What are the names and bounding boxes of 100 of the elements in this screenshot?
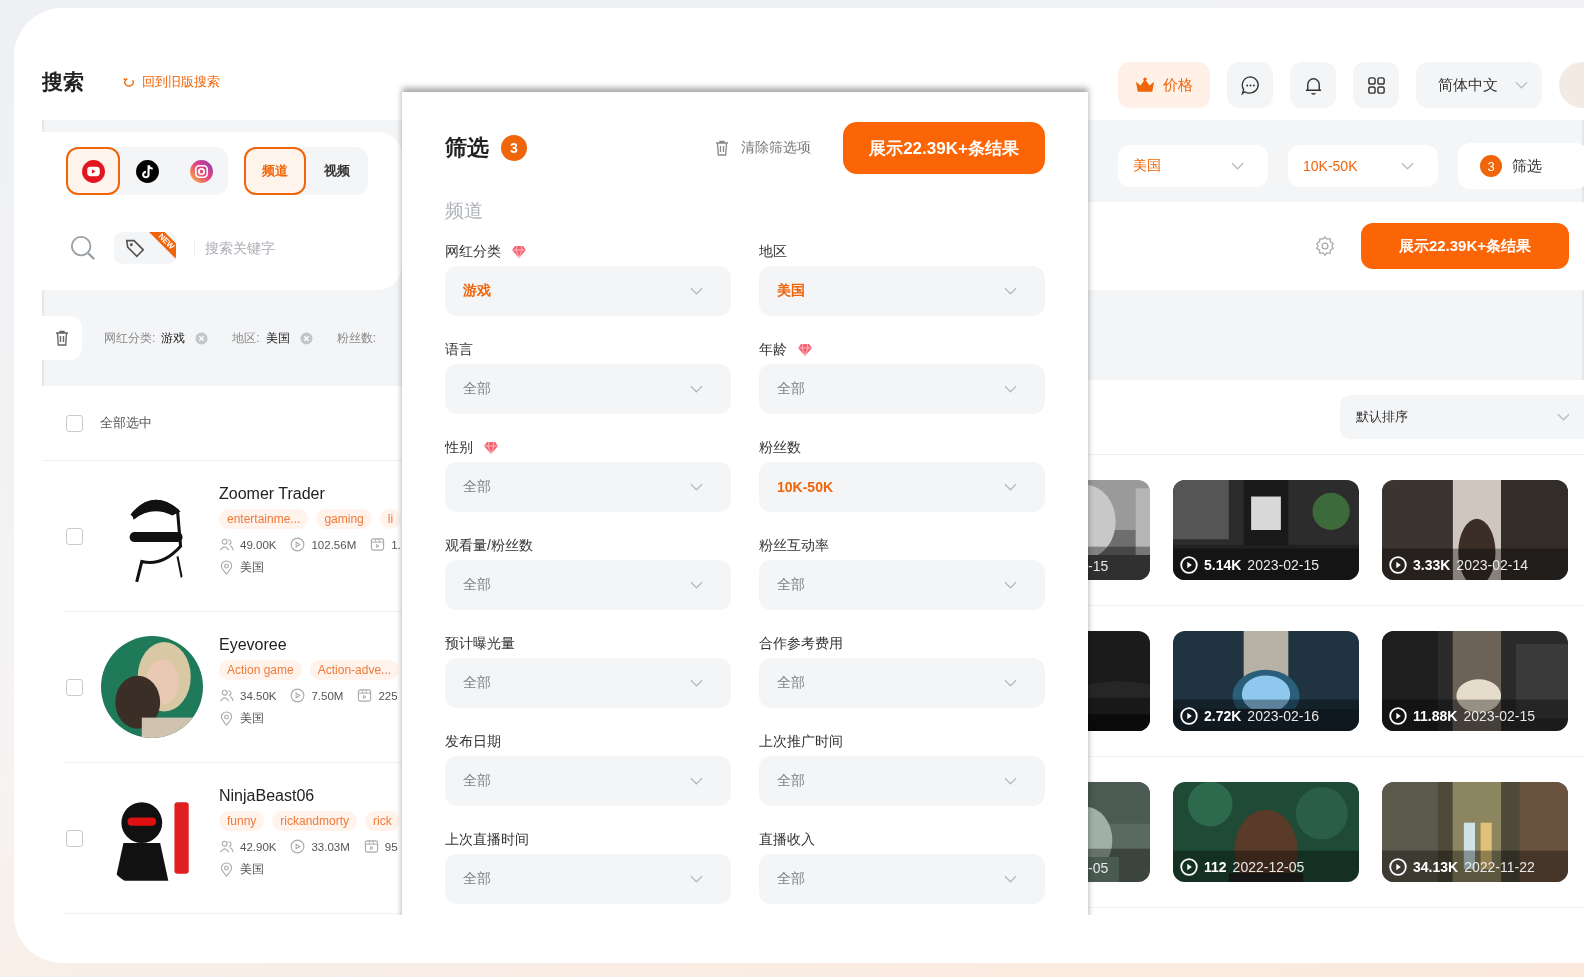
pricing-button[interactable]: 价格 (1118, 62, 1210, 108)
play-icon (1180, 707, 1198, 725)
creator-name[interactable]: NinjaBeast06 (219, 787, 402, 805)
chevron-down-icon (1004, 385, 1017, 393)
creator-name[interactable]: Eyevoree (219, 636, 402, 654)
clip-date: 2022-11-22 (1464, 859, 1535, 875)
field-label: 上次直播时间 (445, 831, 529, 849)
filter-select[interactable]: 游戏 (445, 266, 731, 316)
chevron-down-icon (690, 483, 703, 491)
content-type-tab[interactable]: 频道 (244, 147, 306, 195)
field-label: 直播收入 (759, 831, 815, 849)
undo-icon (122, 75, 136, 89)
video-count: 1. (391, 538, 401, 551)
section-title: 频道 (445, 199, 484, 223)
topic-tag: rick (365, 811, 400, 831)
play-icon (1389, 707, 1407, 725)
chevron-down-icon (690, 581, 703, 589)
play-icon (1389, 556, 1407, 574)
clip-views: 112 (1204, 859, 1227, 875)
chevron-down-icon (690, 385, 703, 393)
clip-date: 2023-02-16 (1247, 708, 1319, 724)
play-icon (1180, 556, 1198, 574)
filter-select[interactable]: 全部 (445, 658, 731, 708)
clear-filters-button[interactable]: 清除筛选项 (707, 138, 817, 158)
clip-date: -15 (1088, 558, 1109, 574)
play-icon (290, 688, 306, 703)
notification-button[interactable] (1290, 62, 1336, 108)
creator-name[interactable]: Zoomer Trader (219, 485, 402, 503)
chevron-down-icon (1004, 483, 1017, 491)
content-type-tab[interactable]: 视频 (306, 147, 368, 195)
filter-select[interactable]: 全部 (759, 756, 1045, 806)
clip-views: 34.13K (1413, 859, 1459, 875)
filter-select[interactable]: 10K-50K (759, 462, 1045, 512)
chevron-down-icon (1231, 162, 1244, 170)
filter-button[interactable]: 3 筛选 (1458, 143, 1584, 189)
topic-tag: Action-adve... (309, 660, 400, 680)
clip-date: -05 (1088, 860, 1109, 876)
keyword-input[interactable]: 搜索关键字 (194, 239, 347, 257)
count-badge: 3 (501, 135, 527, 161)
trash-icon (713, 139, 731, 157)
topic-tag: rickandmorty (272, 811, 358, 831)
page-title: 搜索 (42, 69, 84, 95)
people-icon (219, 839, 234, 854)
field-label: 语言 (445, 341, 473, 359)
video-platform-tab[interactable] (66, 147, 120, 195)
play-icon (1389, 858, 1407, 876)
apps-button[interactable] (1353, 62, 1399, 108)
row-checkbox[interactable] (66, 678, 83, 696)
chevron-down-icon (690, 679, 703, 687)
clip-views: 11.88K (1413, 708, 1458, 724)
field-label: 观看量/粉丝数 (445, 537, 533, 555)
filter-select[interactable]: 全部 (445, 854, 731, 904)
filter-select[interactable]: 全部 (759, 560, 1045, 610)
topic-tag: Action game (219, 660, 302, 680)
play-icon (1180, 858, 1198, 876)
video-icon (370, 537, 386, 552)
clip-date: 2023-02-15 (1247, 557, 1319, 573)
back-link[interactable]: 回到旧版搜索 (122, 73, 220, 91)
language-select[interactable]: 简体中文 (1416, 62, 1542, 108)
row-checkbox[interactable] (66, 527, 83, 545)
clip-date: 2023-02-15 (1463, 708, 1535, 724)
music-note-icon (134, 158, 160, 184)
clip-date: 2022-12-05 (1232, 859, 1305, 875)
show-results-button[interactable]: 展示22.39K+条结果 (843, 122, 1045, 174)
row-checkbox[interactable] (66, 829, 83, 847)
location-icon (219, 862, 234, 877)
field-label: 上次推广时间 (759, 733, 843, 751)
filter-select[interactable]: 全部 (445, 756, 731, 806)
quick-filter-select[interactable]: 10K-50K (1288, 145, 1438, 187)
filter-select[interactable]: 全部 (445, 364, 731, 414)
grid-icon (1365, 74, 1387, 96)
chevron-down-icon (1557, 413, 1570, 421)
select-all-label: 全部选中 (100, 414, 152, 432)
show-results-button[interactable]: 展示22.39K+条结果 (1361, 223, 1569, 269)
quick-filter-select[interactable]: 美国 (1118, 145, 1268, 187)
chevron-down-icon (1004, 777, 1017, 785)
filter-chip-label: 网红分类: (104, 329, 156, 347)
clear-filters-button[interactable] (42, 316, 82, 360)
sort-select[interactable]: 默认排序 (1340, 395, 1584, 439)
filter-select[interactable]: 全部 (759, 854, 1045, 904)
filter-select[interactable]: 全部 (759, 658, 1045, 708)
filter-select[interactable]: 美国 (759, 266, 1045, 316)
location-icon (219, 560, 234, 575)
filter-select[interactable]: 全部 (445, 560, 731, 610)
filter-label: 筛选 (1512, 156, 1542, 176)
chevron-down-icon (1004, 581, 1017, 589)
tag-icon (124, 237, 146, 259)
clip-views: 5.14K (1204, 557, 1242, 573)
filter-select[interactable]: 全部 (445, 462, 731, 512)
video-icon (363, 839, 379, 854)
filter-select[interactable]: 全部 (759, 364, 1045, 414)
topic-tag: li (379, 509, 402, 529)
field-label: 地区 (759, 243, 787, 261)
message-button[interactable] (1227, 62, 1273, 108)
count-badge: 3 (1480, 155, 1502, 177)
location-icon (219, 711, 234, 726)
select-all-checkbox[interactable] (66, 414, 83, 432)
field-label: 合作参考费用 (759, 635, 843, 653)
search-icon[interactable] (70, 235, 96, 261)
field-label: 性别 (445, 439, 473, 457)
